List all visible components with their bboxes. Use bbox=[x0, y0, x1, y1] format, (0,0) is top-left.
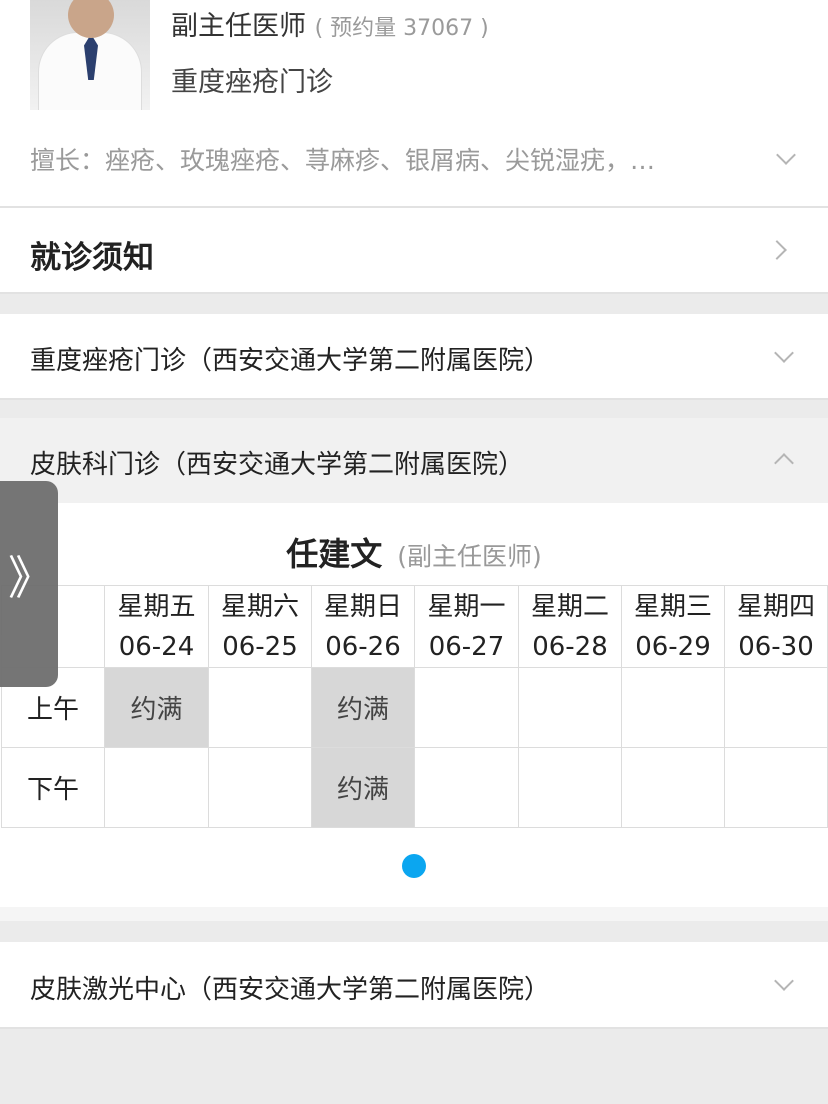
day-header: 星期五 06-24 bbox=[104, 585, 209, 668]
side-drawer-handle[interactable]: 》 bbox=[0, 481, 58, 687]
doctor-clinic: 重度痤疮门诊 bbox=[171, 67, 333, 98]
department-row-severe-acne[interactable]: 重度痤疮门诊（西安交通大学第二附属医院） bbox=[0, 314, 828, 398]
schedule-header-row: 星期五 06-24 星期六 06-25 星期日 06-26 星期一 06-27 星期二 0… bbox=[1, 585, 828, 668]
chevron-down-icon bbox=[774, 971, 794, 991]
doctor-title: 副主任医师 ( 预约量 37067 ) bbox=[171, 4, 489, 43]
period-label: 下午 bbox=[1, 747, 105, 828]
divider bbox=[0, 292, 828, 294]
chevron-right-icon bbox=[767, 240, 787, 260]
slot-cell bbox=[724, 747, 828, 828]
slot-cell bbox=[518, 747, 622, 828]
divider bbox=[0, 398, 828, 400]
slot-cell bbox=[208, 747, 312, 828]
department-row-dermatology[interactable]: 皮肤科门诊（西安交通大学第二附属医院） bbox=[0, 418, 828, 503]
department-label: 皮肤科门诊（西安交通大学第二附属医院） bbox=[30, 450, 525, 480]
divider bbox=[0, 907, 828, 921]
page-indicator-dot[interactable] bbox=[402, 854, 426, 878]
chevron-down-icon bbox=[774, 343, 794, 363]
day-header: 星期二 06-28 bbox=[518, 585, 622, 668]
slot-cell bbox=[518, 667, 622, 748]
schedule-doctor-heading: 任建文 (副主任医师) bbox=[0, 529, 828, 575]
slot-cell-full: 约满 bbox=[104, 667, 209, 748]
slot-cell bbox=[104, 747, 209, 828]
slot-cell bbox=[621, 747, 725, 828]
slot-cell bbox=[208, 667, 312, 748]
doctor-info-card: 副主任医师 ( 预约量 37067 ) 重度痤疮门诊 擅长：痤疮、玫瑰痤疮、荨麻… bbox=[0, 0, 828, 206]
slot-cell bbox=[724, 667, 828, 748]
day-header: 星期一 06-27 bbox=[414, 585, 519, 668]
visit-notice-row[interactable]: 就诊须知 bbox=[0, 208, 828, 292]
expand-specialty-chevron-down-icon[interactable] bbox=[776, 145, 796, 165]
slot-cell-full: 约满 bbox=[311, 747, 415, 828]
doctor-avatar bbox=[30, 0, 150, 110]
day-header: 星期日 06-26 bbox=[311, 585, 415, 668]
page: 副主任医师 ( 预约量 37067 ) 重度痤疮门诊 擅长：痤疮、玫瑰痤疮、荨麻… bbox=[0, 0, 828, 1104]
day-header: 星期四 06-30 bbox=[724, 585, 828, 668]
slot-cell-full: 约满 bbox=[311, 667, 415, 748]
slot-cell bbox=[621, 667, 725, 748]
department-label: 皮肤激光中心（西安交通大学第二附属医院） bbox=[30, 975, 551, 1005]
day-header: 星期六 06-25 bbox=[208, 585, 312, 668]
day-header: 星期三 06-29 bbox=[621, 585, 725, 668]
morning-row: 上午 约满 约满 bbox=[1, 667, 828, 748]
chevron-up-icon bbox=[774, 453, 794, 473]
schedule-doctor-rank: (副主任医师) bbox=[397, 542, 542, 571]
double-chevron-right-icon: 》 bbox=[8, 551, 54, 605]
doctor-rank: 副主任医师 bbox=[171, 11, 306, 42]
schedule-panel: 任建文 (副主任医师) 星期五 06-24 星期六 06-25 星期日 06-26 星… bbox=[0, 503, 828, 907]
schedule-doctor-name: 任建文 bbox=[286, 535, 383, 573]
doctor-specialty: 擅长：痤疮、玫瑰痤疮、荨麻疹、银屑病、尖锐湿疣，… bbox=[30, 146, 656, 175]
afternoon-row: 下午 约满 bbox=[1, 747, 828, 828]
department-label: 重度痤疮门诊（西安交通大学第二附属医院） bbox=[30, 346, 551, 376]
visit-notice-label: 就诊须知 bbox=[30, 240, 154, 276]
divider bbox=[0, 1027, 828, 1029]
schedule-table: 星期五 06-24 星期六 06-25 星期日 06-26 星期一 06-27 星期二 0… bbox=[1, 585, 828, 828]
appointment-count: ( 预约量 37067 ) bbox=[314, 16, 489, 41]
slot-cell bbox=[414, 667, 519, 748]
slot-cell bbox=[414, 747, 519, 828]
department-row-laser-center[interactable]: 皮肤激光中心（西安交通大学第二附属医院） bbox=[0, 942, 828, 1027]
